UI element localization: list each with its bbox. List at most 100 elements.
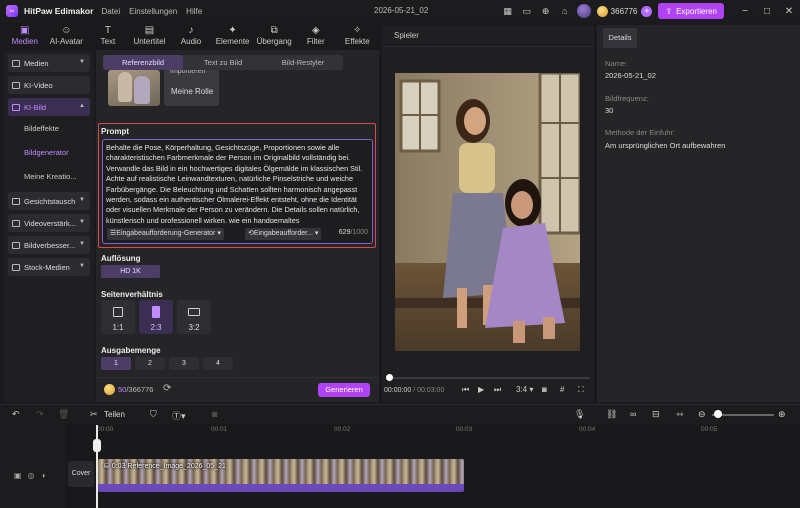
- cover-button[interactable]: Cover: [68, 461, 94, 487]
- time-current: 00:00:00: [384, 387, 412, 394]
- prompt-generator-dropdown[interactable]: ☰Eingabeaufforderung-Generator ▾: [107, 228, 224, 240]
- zoom-in-icon[interactable]: ⊕: [778, 409, 786, 420]
- video-clip[interactable]: ⛁ 0:03 Reference_Image_2026_05_21: [98, 459, 464, 492]
- undo-icon[interactable]: ↶: [12, 409, 20, 420]
- menu-hilfe[interactable]: Hilfe: [186, 7, 202, 16]
- count-2[interactable]: 2: [135, 357, 165, 370]
- sidebar-item-ki-bild[interactable]: KI-Bild ▲: [8, 98, 90, 116]
- sidebar-item-stock-medien[interactable]: Stock-Medien ▼: [8, 258, 90, 276]
- prompt-text[interactable]: Behalte die Pose, Körperhaltung, Gesicht…: [106, 143, 372, 223]
- playhead[interactable]: [96, 425, 98, 508]
- tab-medien[interactable]: ▣ Medien: [4, 22, 46, 48]
- sidebar-item-bildverbesserer[interactable]: Bildverbesser... ▼: [8, 236, 90, 254]
- prompt-input[interactable]: Behalte die Pose, Körperhaltung, Gesicht…: [102, 139, 373, 244]
- generate-button[interactable]: Generieren: [318, 383, 370, 397]
- sidebar-item-gesichtstausch[interactable]: Gesichtstausch ▼: [8, 192, 90, 210]
- transition-icon: ⧉: [270, 24, 278, 36]
- zoom-out-icon[interactable]: ⊖: [698, 409, 706, 420]
- split-button[interactable]: Teilen: [104, 410, 125, 419]
- zoom-slider-handle[interactable]: [714, 410, 722, 418]
- image-generator-panel: Importieren Meine Rolle Referenzbild Tex…: [96, 50, 379, 402]
- player-title: Spieler: [394, 31, 419, 40]
- chevron-down-icon: ▼: [79, 197, 85, 203]
- aspect-ratio-dropdown[interactable]: 3:4 ▾: [516, 385, 533, 394]
- next-frame-icon[interactable]: ⏭: [494, 385, 501, 395]
- export-button[interactable]: ⇪ Exportieren: [658, 3, 724, 19]
- tab-text[interactable]: T Text: [87, 22, 129, 48]
- tab-filter[interactable]: ◈ Filter: [295, 22, 337, 48]
- feedback-icon[interactable]: ▭: [520, 4, 534, 18]
- sidebar-subitem-bildeffekte[interactable]: Bildeffekte: [4, 116, 94, 140]
- playhead-handle[interactable]: [93, 439, 101, 452]
- tab-details[interactable]: Details: [603, 28, 637, 48]
- shield-icon[interactable]: ⛉: [150, 409, 157, 420]
- ratio-2-3[interactable]: 2:3: [139, 300, 173, 334]
- count-3[interactable]: 3: [169, 357, 199, 370]
- add-credits-button[interactable]: +: [641, 5, 653, 17]
- reference-image-thumbnail[interactable]: [108, 70, 160, 106]
- sidebar-item-ki-video[interactable]: KI-Video: [8, 76, 90, 94]
- tab-effekte[interactable]: ✧ Effekte: [337, 22, 379, 48]
- sidebar-item-medien[interactable]: Medien ▼: [8, 54, 90, 72]
- snapshot-icon[interactable]: ◙: [542, 385, 547, 394]
- resolution-hd-1k[interactable]: HD 1K: [101, 265, 160, 278]
- maximize-button[interactable]: □: [756, 6, 778, 17]
- delete-icon[interactable]: 🗑: [58, 409, 69, 420]
- tab-uebergang[interactable]: ⧉ Übergang: [253, 22, 295, 48]
- scissors-icon[interactable]: ✂: [90, 409, 98, 420]
- tab-untertitel[interactable]: ▤ Untertitel: [129, 22, 171, 48]
- fullscreen-icon[interactable]: ⛶: [578, 385, 584, 395]
- loop-icon[interactable]: ∞: [630, 409, 636, 419]
- grid-icon[interactable]: #: [560, 385, 564, 394]
- sidebar-item-label: KI-Video: [24, 80, 53, 90]
- play-icon[interactable]: ▶: [478, 385, 484, 394]
- minimize-button[interactable]: −: [734, 6, 756, 17]
- text-tool-icon[interactable]: Ⓣ▾: [172, 409, 186, 422]
- ratio-3-2[interactable]: 3:2: [177, 300, 211, 334]
- calendar-icon[interactable]: ▦: [501, 4, 515, 18]
- tab-bild-restyler[interactable]: Bild-Restyler: [263, 55, 343, 70]
- video-preview[interactable]: [395, 73, 580, 351]
- face-swap-icon: [12, 197, 20, 205]
- fps-value: 30: [605, 106, 614, 115]
- tab-elemente[interactable]: ✦ Elemente: [212, 22, 254, 48]
- timeline-ruler[interactable]: 00:00 00:01 00:02 00:03 00:04 00:05: [97, 425, 800, 437]
- sidebar-subitem-meine-kreationen[interactable]: Meine Kreatio...: [4, 164, 94, 188]
- playback-scrubber[interactable]: [386, 374, 393, 381]
- notification-icon[interactable]: ⌂: [558, 4, 572, 18]
- link-icon[interactable]: ⛓: [606, 409, 617, 420]
- tab-ai-avatar[interactable]: ☺ AI-Avatar: [46, 22, 88, 48]
- download-icon[interactable]: ⊕: [539, 4, 553, 18]
- playback-progress-bar[interactable]: [386, 377, 590, 379]
- chevron-down-icon: ▼: [79, 241, 85, 247]
- prompt-generator-label: Eingabeaufforderung-Generator: [116, 230, 216, 237]
- char-counter: 629/1000: [339, 229, 368, 236]
- tab-text-zu-bild[interactable]: Text zu Bild: [183, 55, 263, 70]
- tab-label: Filter: [306, 36, 325, 46]
- fit-icon[interactable]: ⇿: [676, 409, 684, 420]
- microphone-icon[interactable]: 🎙: [574, 409, 585, 420]
- split-audio-icon[interactable]: ⊟: [652, 409, 660, 420]
- sidebar-subitem-bildgenerator[interactable]: Bildgenerator: [4, 140, 94, 164]
- refresh-icon[interactable]: ⟳: [163, 383, 171, 394]
- track-controls[interactable]: ▣◎◑: [14, 471, 51, 480]
- sidebar-item-videoverstaerker[interactable]: Videoverstärk... ▼: [8, 214, 90, 232]
- menu-einstellungen[interactable]: Einstellungen: [129, 7, 177, 16]
- enhance-image-icon: [12, 241, 20, 249]
- ratio-1-1[interactable]: 1:1: [101, 300, 135, 334]
- close-button[interactable]: ✕: [778, 6, 800, 17]
- camera-icon[interactable]: ◙: [212, 409, 217, 419]
- count-4[interactable]: 4: [203, 357, 233, 370]
- tab-referenzbild[interactable]: Referenzbild: [103, 55, 183, 70]
- prev-frame-icon[interactable]: ⏮: [462, 385, 469, 395]
- menu-datei[interactable]: Datei: [101, 7, 120, 16]
- my-role-card[interactable]: Importieren Meine Rolle: [164, 68, 219, 106]
- avatar[interactable]: [576, 4, 591, 18]
- title-bar: ✂ HitPaw Edimakor Datei Einstellungen Hi…: [0, 0, 800, 22]
- tab-audio[interactable]: ♪ Audio: [170, 22, 212, 48]
- name-label: Name:: [605, 59, 628, 68]
- count-1[interactable]: 1: [101, 357, 131, 370]
- redo-icon[interactable]: ↷: [36, 409, 44, 420]
- chevron-up-icon: ▲: [79, 103, 85, 109]
- prompt-assistant-dropdown[interactable]: ⟲Eingabeaufforder... ▾: [245, 228, 322, 240]
